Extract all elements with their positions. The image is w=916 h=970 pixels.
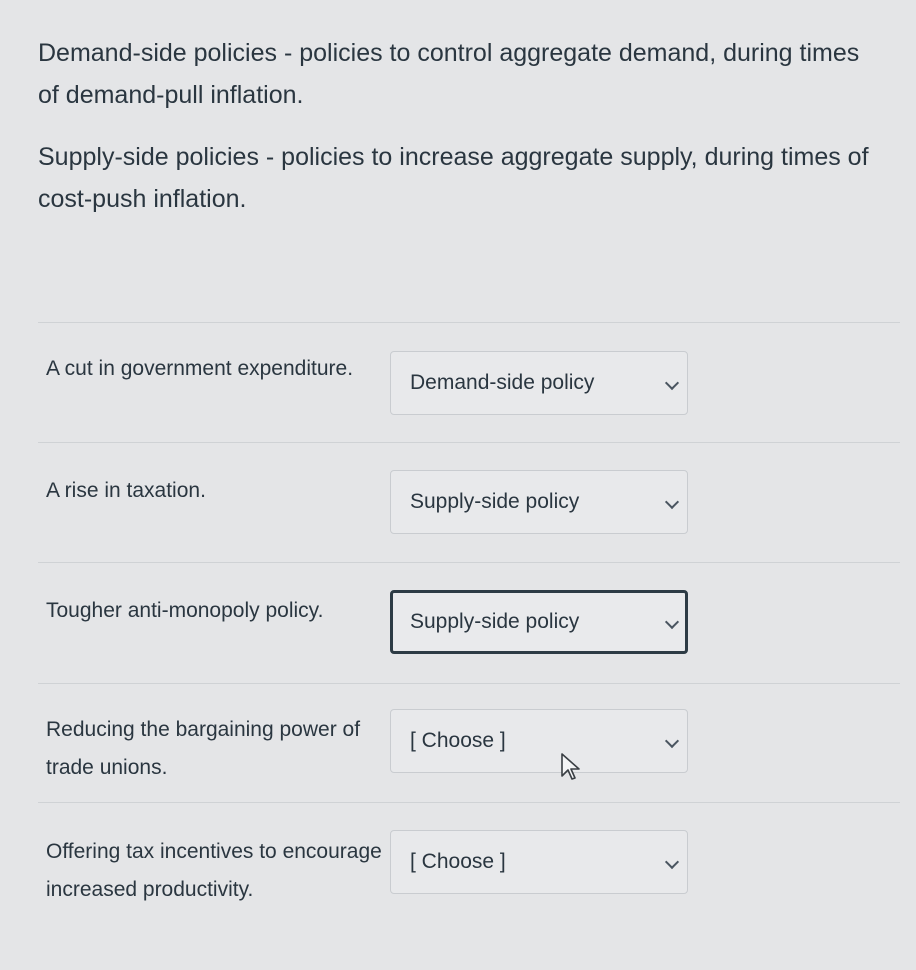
- question-label-2: A rise in taxation.: [46, 479, 206, 502]
- divider: [38, 442, 900, 443]
- chevron-down-icon: [664, 614, 680, 630]
- divider: [38, 683, 900, 684]
- answer-select-4-value: [ Choose ]: [410, 729, 506, 752]
- answer-select-5[interactable]: [ Choose ]: [390, 830, 688, 894]
- answer-select-3[interactable]: Supply-side policy: [390, 590, 688, 654]
- chevron-down-icon: [664, 733, 680, 749]
- mouse-cursor-icon: [561, 753, 580, 780]
- chevron-down-icon: [664, 494, 680, 510]
- question-label-4: Reducing the bargaining power of trade u…: [46, 718, 361, 779]
- supply-side-definition: Supply-side policies - policies to incre…: [38, 143, 869, 213]
- question-label-3: Tougher anti-monopoly policy.: [46, 599, 324, 622]
- question-label-5: Offering tax incentives to encourage inc…: [46, 840, 382, 901]
- answer-select-1-value: Demand-side policy: [410, 371, 595, 394]
- demand-side-definition: Demand-side policies - policies to contr…: [38, 39, 860, 109]
- question-label-1: A cut in government expenditure.: [46, 357, 354, 380]
- chevron-down-icon: [664, 854, 680, 870]
- answer-select-2-value: Supply-side policy: [410, 490, 580, 513]
- divider: [38, 802, 900, 803]
- chevron-down-icon: [664, 375, 680, 391]
- answer-select-1[interactable]: Demand-side policy: [390, 351, 688, 415]
- answer-select-4[interactable]: [ Choose ]: [390, 709, 688, 773]
- divider: [38, 562, 900, 563]
- answer-select-5-value: [ Choose ]: [410, 850, 506, 873]
- divider: [38, 322, 900, 323]
- answer-select-3-value: Supply-side policy: [410, 610, 580, 633]
- answer-select-2[interactable]: Supply-side policy: [390, 470, 688, 534]
